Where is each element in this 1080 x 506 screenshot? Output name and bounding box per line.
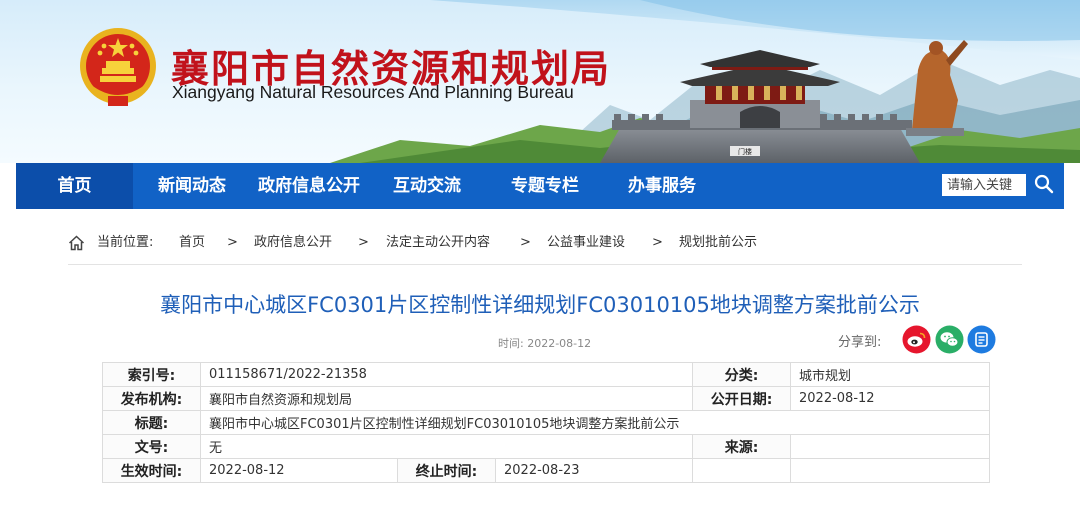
- document-meta-table: 索引号: 011158671/2022-21358 分类: 城市规划 发布机构:…: [102, 362, 991, 483]
- publish-time: 时间: 2022-08-12: [498, 337, 592, 350]
- nav-item-topics[interactable]: 专题专栏: [502, 163, 588, 209]
- wechat-icon[interactable]: [935, 325, 964, 354]
- table-row: 索引号: 011158671/2022-21358 分类: 城市规划: [102, 362, 991, 387]
- nav-item-services[interactable]: 办事服务: [619, 163, 705, 209]
- category-value: 城市规划: [790, 362, 991, 387]
- nav-item-gov-info[interactable]: 政府信息公开: [250, 163, 368, 209]
- category-label: 分类:: [692, 362, 792, 387]
- national-emblem-icon: [80, 28, 156, 106]
- publish-date-label: 公开日期:: [692, 386, 792, 411]
- share-label: 分享到:: [838, 335, 882, 350]
- site-banner: 门楼 襄阳市自然资源和规划局 Xiangyang Natural Resourc…: [0, 0, 1080, 163]
- main-nav: 首页 新闻动态 政府信息公开 互动交流 专题专栏 办事服务: [16, 163, 1064, 209]
- publish-date-value: 2022-08-12: [790, 386, 991, 411]
- nav-item-home[interactable]: 首页: [16, 163, 133, 209]
- breadcrumb-item-current[interactable]: 规划批前公示: [679, 232, 757, 254]
- effective-value: 2022-08-12: [200, 458, 398, 483]
- search-icon[interactable]: [1030, 171, 1058, 199]
- end-label: 终止时间:: [397, 458, 496, 483]
- doc-no-label: 文号:: [102, 434, 201, 459]
- site-subtitle: Xiangyang Natural Resources And Planning…: [172, 82, 574, 102]
- breadcrumb-separator: >: [227, 235, 238, 250]
- doc-no-value: 无: [199, 434, 694, 459]
- table-row: 发布机构: 襄阳市自然资源和规划局 公开日期: 2022-08-12: [102, 386, 991, 411]
- nav-item-news[interactable]: 新闻动态: [144, 163, 240, 209]
- publisher-label: 发布机构:: [102, 386, 201, 411]
- breadcrumb-item-home[interactable]: 首页: [179, 232, 205, 254]
- breadcrumb-item-gov-info[interactable]: 政府信息公开: [254, 232, 332, 254]
- divider: [68, 264, 1022, 265]
- breadcrumb-item-statutory[interactable]: 法定主动公开内容: [386, 232, 490, 254]
- breadcrumb-label: 当前位置:: [97, 235, 154, 250]
- breadcrumb-separator: >: [358, 235, 369, 250]
- end-value: 2022-08-23: [494, 458, 694, 483]
- breadcrumb-item-public-welfare[interactable]: 公益事业建设: [547, 232, 625, 254]
- breadcrumb-separator: >: [520, 235, 531, 250]
- index-no-label: 索引号:: [102, 362, 201, 387]
- empty-cell: [790, 458, 991, 483]
- nav-item-interaction[interactable]: 互动交流: [384, 163, 470, 209]
- source-value: [790, 434, 991, 459]
- table-row: 生效时间: 2022-08-12 终止时间: 2022-08-23: [102, 458, 991, 483]
- source-label: 来源:: [692, 434, 792, 459]
- search-input[interactable]: [942, 174, 1026, 196]
- effective-label: 生效时间:: [102, 458, 201, 483]
- home-icon: [68, 235, 85, 251]
- empty-cell: [692, 458, 792, 483]
- table-row: 标题: 襄阳市中心城区FC0301片区控制性详细规划FC03010105地块调整…: [102, 410, 991, 435]
- qzone-icon[interactable]: [967, 325, 996, 354]
- publisher-value: 襄阳市自然资源和规划局: [199, 386, 694, 411]
- gate-sign: 门楼: [738, 147, 752, 156]
- table-row: 文号: 无 来源:: [102, 434, 991, 459]
- article-title: 襄阳市中心城区FC0301片区控制性详细规划FC03010105地块调整方案批前…: [160, 293, 920, 317]
- title-label: 标题:: [102, 410, 201, 435]
- breadcrumb-separator: >: [652, 235, 663, 250]
- title-value: 襄阳市中心城区FC0301片区控制性详细规划FC03010105地块调整方案批前…: [199, 410, 991, 435]
- weibo-icon[interactable]: [902, 325, 931, 354]
- index-no-value: 011158671/2022-21358: [199, 362, 694, 387]
